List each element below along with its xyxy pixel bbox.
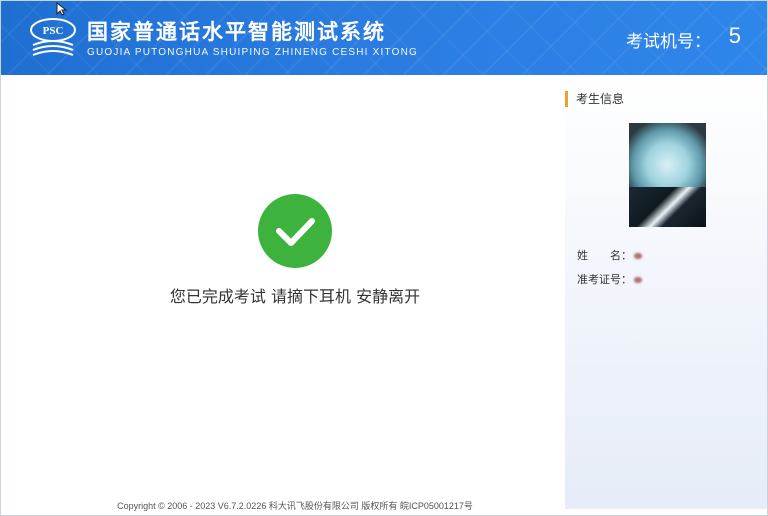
copyright-footer: Copyright © 2006 - 2023 V6.7.2.0226 科大讯飞… xyxy=(117,501,473,511)
app-title-cn: 国家普通话水平智能测试系统 xyxy=(87,20,386,44)
candidate-name-redacted xyxy=(634,253,642,259)
logo-text: PSC xyxy=(43,25,64,37)
psc-logo-icon: PSC xyxy=(30,18,76,56)
candidate-ticket-label: 准考证号： xyxy=(577,273,632,286)
mouse-cursor-icon xyxy=(56,2,68,16)
candidate-info-title: 考生信息 xyxy=(565,91,624,107)
header-bar: PSC 国家普通话水平智能测试系统 GUOJIA PUTONGHUA SHUIP… xyxy=(1,1,767,75)
candidate-photo-shade xyxy=(629,187,706,227)
candidate-ticket-row: 准考证号： xyxy=(577,271,642,287)
candidate-ticket-redacted xyxy=(634,277,642,283)
machine-label: 考试机号： xyxy=(626,32,711,52)
candidate-name-label: 姓 名： xyxy=(577,249,632,262)
completion-message: 您已完成考试 请摘下耳机 安静离开 xyxy=(169,287,421,306)
main-panel: 您已完成考试 请摘下耳机 安静离开 Copyright © 2006 - 202… xyxy=(1,75,565,515)
machine-number: 5 xyxy=(728,23,741,48)
candidate-info-panel: 考生信息 姓 名： 准考证号： xyxy=(565,75,767,509)
check-circle-icon xyxy=(258,194,332,268)
candidate-photo xyxy=(629,123,706,227)
app-title-en: GUOJIA PUTONGHUA SHUIPING ZHINENG CESHI … xyxy=(87,47,418,58)
app-window: PSC 国家普通话水平智能测试系统 GUOJIA PUTONGHUA SHUIP… xyxy=(0,0,768,516)
candidate-name-row: 姓 名： xyxy=(577,247,642,263)
app-title: 国家普通话水平智能测试系统 GUOJIA PUTONGHUA SHUIPING … xyxy=(87,19,418,60)
